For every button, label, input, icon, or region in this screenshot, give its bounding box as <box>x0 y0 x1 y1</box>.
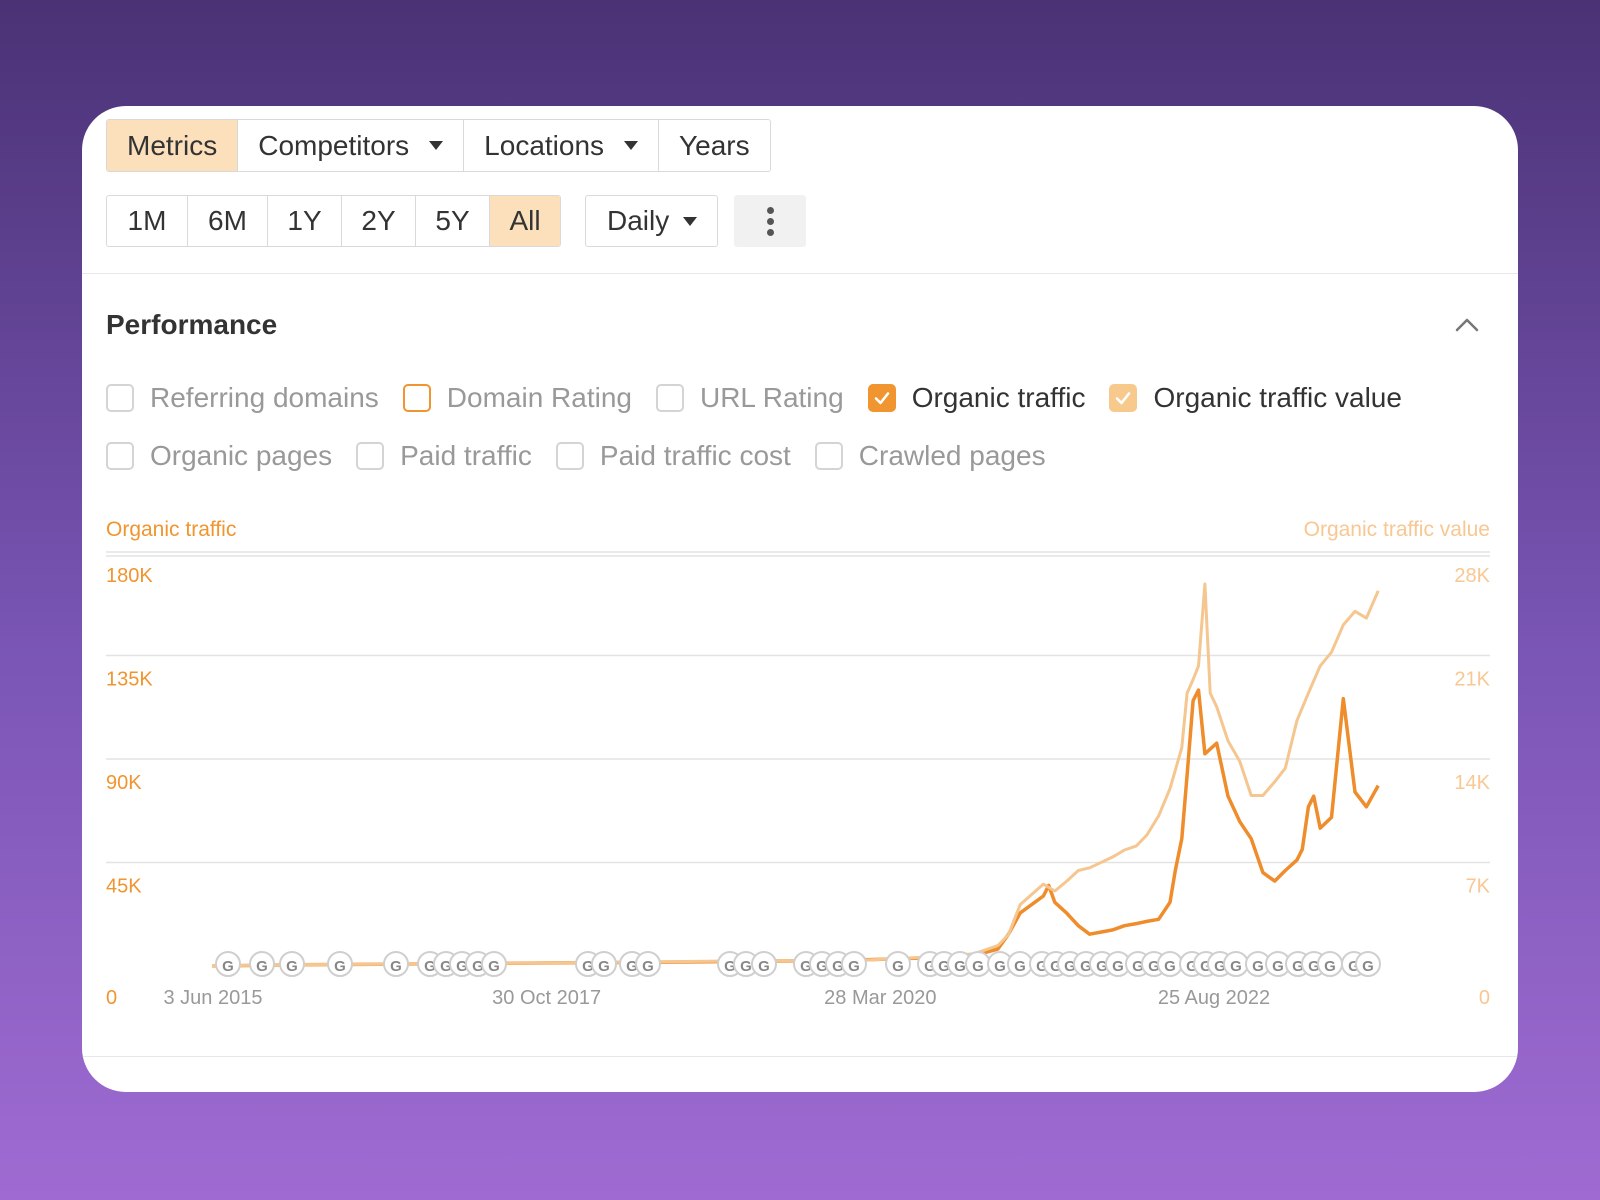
tab-years[interactable]: Years <box>659 120 770 171</box>
checkbox-box <box>356 442 385 470</box>
checkmark-icon <box>1109 384 1138 412</box>
y-tick-right: 28K <box>1454 565 1490 587</box>
range-1m[interactable]: 1M <box>107 196 188 246</box>
google-update-icon: G <box>334 958 346 975</box>
checkbox-referring-domains[interactable]: Referring domains <box>106 382 379 414</box>
checkbox-label: Organic pages <box>150 440 333 471</box>
range-selector: 1M 6M 1Y 2Y 5Y All <box>106 195 561 247</box>
range-2y[interactable]: 2Y <box>342 196 416 246</box>
google-update-icon: G <box>1324 958 1336 975</box>
google-update-icon: G <box>1252 958 1264 975</box>
series-organic-traffic-value <box>212 582 1380 968</box>
google-update-icon: G <box>256 958 268 975</box>
checkbox-label: Referring domains <box>150 382 379 413</box>
google-update-icon: G <box>598 958 610 975</box>
tab-label: Years <box>679 129 750 161</box>
y-tick-left: 135K <box>106 669 153 691</box>
checkbox-paid-traffic-cost[interactable]: Paid traffic cost <box>555 440 791 472</box>
google-update-icon: G <box>1230 958 1242 975</box>
range-all[interactable]: All <box>490 196 560 246</box>
tab-competitors[interactable]: Competitors <box>238 120 465 171</box>
divider <box>82 1056 1518 1057</box>
checkbox-box <box>106 384 134 412</box>
checkbox-crawled-pages[interactable]: Crawled pages <box>814 440 1046 472</box>
checkbox-organic-pages[interactable]: Organic pages <box>106 440 332 472</box>
more-vertical-icon[interactable] <box>734 195 806 247</box>
checkbox-paid-traffic[interactable]: Paid traffic <box>356 440 532 472</box>
chevron-up-icon[interactable] <box>1454 312 1480 338</box>
y-tick-left: 45K <box>106 876 142 898</box>
checkbox-label: Paid traffic <box>400 440 532 471</box>
google-update-icon: G <box>1112 958 1124 975</box>
checkbox-label: Domain Rating <box>446 382 632 413</box>
tab-metrics[interactable]: Metrics <box>107 120 239 171</box>
granularity-dropdown[interactable]: Daily <box>585 195 718 247</box>
checkbox-label: Crawled pages <box>858 440 1046 471</box>
metrics-row-2: Organic pages Paid traffic Paid traffic … <box>106 440 1070 472</box>
tab-label: Competitors <box>258 129 410 161</box>
google-update-icon: G <box>488 958 500 975</box>
checkbox-url-rating[interactable]: URL Rating <box>655 382 844 414</box>
google-update-icon: G <box>390 958 402 975</box>
checkbox-organic-traffic[interactable]: Organic traffic <box>867 382 1086 414</box>
granularity-label: Daily <box>607 205 670 236</box>
checkbox-box <box>814 442 843 470</box>
checkbox-box <box>106 442 134 470</box>
series-organic-traffic <box>212 688 1380 968</box>
google-update-icon: G <box>994 958 1006 975</box>
x-tick-label: 28 Mar 2020 <box>824 987 936 1009</box>
google-update-icon: G <box>286 958 298 975</box>
x-tick-label: 25 Aug 2022 <box>1158 987 1270 1009</box>
divider <box>82 273 1518 274</box>
google-update-icon: G <box>892 958 904 975</box>
metrics-card: Metrics Competitors Locations Years 1M 6… <box>82 106 1518 1092</box>
y-tick-left: 0 <box>106 987 117 1009</box>
caret-down-icon <box>624 141 639 150</box>
checkbox-domain-rating[interactable]: Domain Rating <box>402 382 632 414</box>
checkmark-icon <box>867 384 896 412</box>
google-update-icon: G <box>1164 958 1176 975</box>
y-tick-right: 14K <box>1454 772 1490 794</box>
tab-locations[interactable]: Locations <box>464 120 660 171</box>
range-1y[interactable]: 1Y <box>268 196 342 246</box>
google-update-icon: G <box>954 958 966 975</box>
metrics-row-1: Referring domains Domain Rating URL Rati… <box>106 382 1426 414</box>
y-tick-left: 180K <box>106 565 153 587</box>
x-tick-label: 30 Oct 2017 <box>492 987 601 1009</box>
google-update-icon: G <box>1014 958 1026 975</box>
tab-label: Metrics <box>127 129 218 161</box>
range-6m[interactable]: 6M <box>188 196 268 246</box>
y-tick-right: 21K <box>1454 669 1490 691</box>
google-update-icon: G <box>1272 958 1284 975</box>
checkbox-label: URL Rating <box>699 382 844 413</box>
google-update-icon: G <box>642 958 654 975</box>
section-title: Performance <box>106 309 278 340</box>
performance-chart[interactable]: 0 0 45K 7K 90K 14K 135K 21K 180K 28K 3 Jun 2015 30 … <box>82 546 1518 1036</box>
caret-down-icon <box>683 216 698 226</box>
google-update-icon: G <box>222 958 234 975</box>
y-tick-left: 90K <box>106 772 142 794</box>
x-tick-label: 3 Jun 2015 <box>164 987 263 1009</box>
range-5y[interactable]: 5Y <box>416 196 490 246</box>
right-axis-title: Organic traffic value <box>1303 518 1490 541</box>
google-update-icon: G <box>848 958 860 975</box>
google-update-icon: G <box>972 958 984 975</box>
checkbox-box <box>655 384 684 412</box>
y-tick-right: 0 <box>1479 987 1490 1009</box>
caret-down-icon <box>429 141 444 150</box>
left-axis-title: Organic traffic <box>106 518 237 541</box>
checkbox-label: Organic traffic value <box>1153 382 1402 413</box>
google-update-icon: G <box>740 958 752 975</box>
checkbox-label: Organic traffic <box>911 382 1086 413</box>
checkbox-organic-traffic-value[interactable]: Organic traffic value <box>1109 382 1402 414</box>
checkbox-box <box>555 442 584 470</box>
checkbox-box <box>402 384 431 412</box>
google-update-icon: G <box>758 958 770 975</box>
y-tick-right: 7K <box>1466 876 1491 898</box>
checkbox-label: Paid traffic cost <box>599 440 791 471</box>
view-tabs: Metrics Competitors Locations Years <box>106 119 771 172</box>
google-update-icon: G <box>1362 958 1374 975</box>
tab-label: Locations <box>484 129 605 161</box>
